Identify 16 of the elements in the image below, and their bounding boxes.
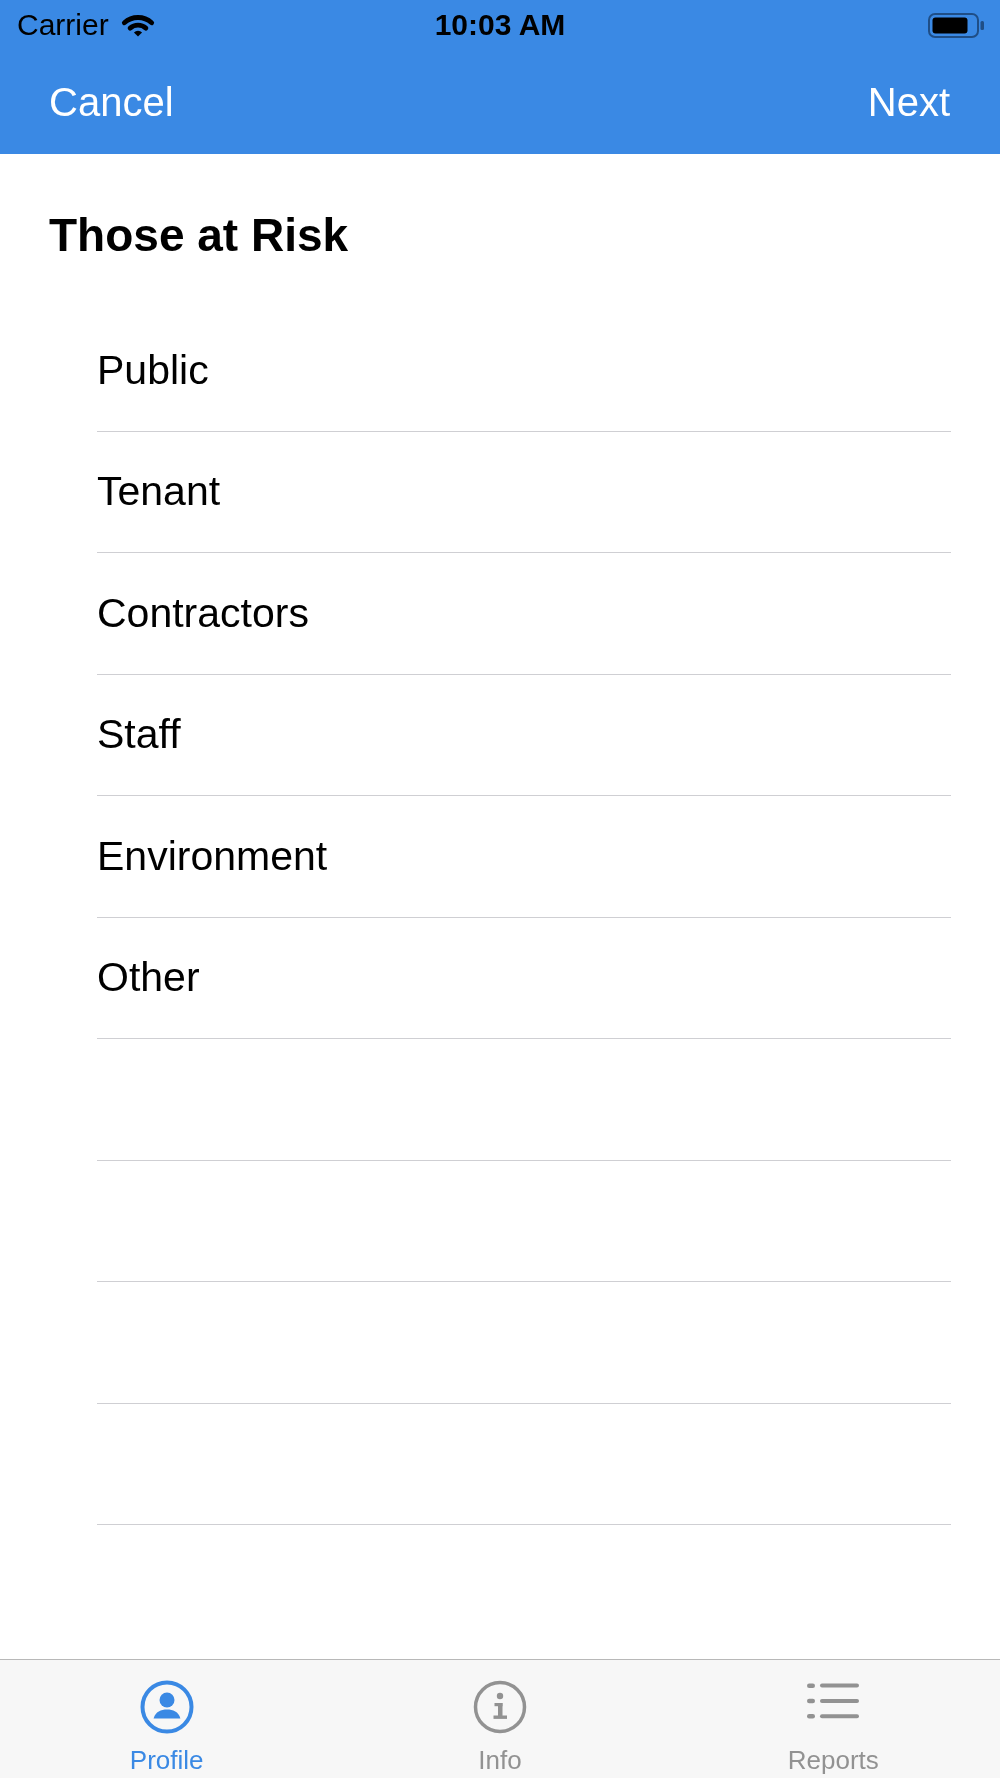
- info-icon: [473, 1680, 527, 1734]
- wifi-icon: [119, 13, 156, 37]
- carrier-label: Carrier: [17, 8, 109, 42]
- time-label: 10:03 AM: [434, 8, 566, 42]
- list-item[interactable]: Other: [97, 917, 951, 1039]
- battery-icon: [928, 12, 985, 38]
- list-item[interactable]: Staff: [97, 674, 951, 796]
- person-icon: [139, 1680, 194, 1734]
- list-item[interactable]: Tenant: [97, 431, 951, 553]
- list-item[interactable]: Contractors: [97, 553, 951, 675]
- list-item[interactable]: Environment: [97, 796, 951, 918]
- list-item[interactable]: Public: [97, 310, 951, 432]
- page-title: Those at Risk: [49, 209, 349, 262]
- cancel-button[interactable]: Cancel: [49, 79, 174, 125]
- next-button[interactable]: Next: [867, 79, 950, 125]
- list-icon: [807, 1683, 860, 1719]
